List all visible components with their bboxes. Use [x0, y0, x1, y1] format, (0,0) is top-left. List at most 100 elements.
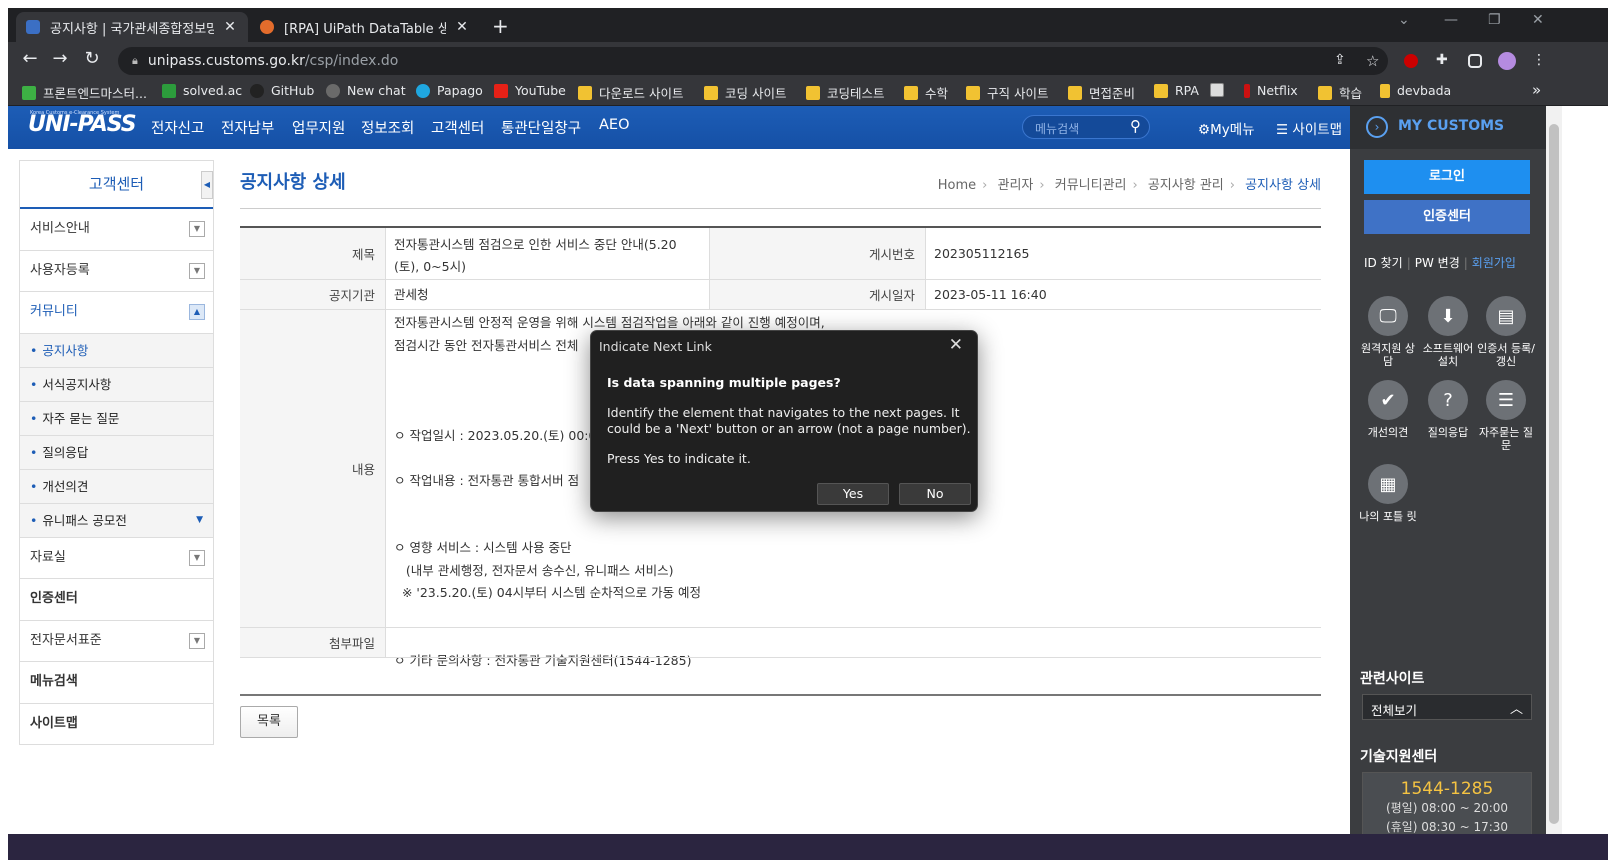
- extensions-icon[interactable]: ✚: [1436, 52, 1454, 70]
- bookmark-folder[interactable]: 구직 사이트: [966, 83, 1048, 102]
- bookmark-folder[interactable]: 다운로드 사이트: [578, 83, 683, 102]
- nav-sub-suggestion[interactable]: • 개선의견: [20, 469, 213, 504]
- bookmark[interactable]: New chat: [326, 83, 406, 98]
- side-panel-icon[interactable]: [1468, 54, 1482, 68]
- search-icon[interactable]: ⚲: [1130, 117, 1141, 135]
- nav-sub-notice[interactable]: • 공지사항: [20, 333, 213, 368]
- breadcrumb-item[interactable]: 커뮤니티관리: [1055, 178, 1127, 193]
- my-menu-button[interactable]: ⚙My메뉴: [1198, 118, 1255, 138]
- nav-sub-form-notice[interactable]: • 서식공지사항: [20, 367, 213, 402]
- nav-item-user-register[interactable]: 사용자등록 ▼: [20, 251, 213, 292]
- tab-title: 공지사항 | 국가관세종합정보망: [50, 21, 214, 37]
- share-icon[interactable]: ⇪: [1334, 52, 1352, 70]
- quick-suggestion[interactable]: ✔ 개선의견: [1358, 380, 1418, 439]
- sitemap-button[interactable]: ☰ 사이트맵: [1276, 118, 1342, 138]
- bookmark-folder[interactable]: 수학: [904, 83, 948, 102]
- pw-change-link[interactable]: PW 변경: [1415, 256, 1460, 270]
- minimize-icon[interactable]: —: [1444, 12, 1458, 28]
- restore-icon[interactable]: ❐: [1488, 12, 1501, 28]
- quick-qna[interactable]: ? 질의응답: [1418, 380, 1478, 439]
- page-scrollbar[interactable]: [1546, 106, 1562, 860]
- chevron-down-icon[interactable]: ▼: [189, 221, 205, 237]
- breadcrumb-home[interactable]: Home: [938, 178, 976, 193]
- gnb-item[interactable]: 정보조회: [361, 117, 414, 138]
- menu-kebab-icon[interactable]: ⋮: [1532, 52, 1550, 70]
- nav-item-menu-search[interactable]: 메뉴검색: [20, 662, 213, 704]
- nav-item-sitemap[interactable]: 사이트맵: [20, 704, 213, 746]
- join-link[interactable]: 회원가입: [1472, 256, 1516, 270]
- related-sites-select[interactable]: 전체보기 ︿: [1362, 694, 1532, 720]
- close-icon[interactable]: ✕: [949, 335, 963, 355]
- bookmarks-more-icon[interactable]: »: [1532, 81, 1541, 99]
- nav-sub-faq[interactable]: • 자주 묻는 질문: [20, 401, 213, 436]
- chevron-down-icon[interactable]: ▼: [189, 262, 205, 279]
- bookmark-folder[interactable]: 학습: [1318, 83, 1362, 102]
- cert-center-button[interactable]: 인증센터: [1364, 200, 1530, 234]
- quick-software-install[interactable]: ⬇ 소프트웨어 설치: [1418, 296, 1478, 368]
- gnb-item[interactable]: 고객센터: [431, 117, 484, 138]
- bookmark[interactable]: devbada: [1380, 83, 1451, 98]
- quick-label: 원격지원 상담: [1360, 342, 1416, 368]
- new-tab-icon[interactable]: +: [492, 14, 509, 38]
- quick-faq[interactable]: ☰ 자주묻는 질문: [1476, 380, 1536, 452]
- nav-item-archive[interactable]: 자료실 ▼: [20, 538, 213, 579]
- bookmark-star-icon[interactable]: ☆: [1366, 52, 1384, 70]
- bookmark[interactable]: 프론트엔드마스터...: [22, 83, 147, 102]
- chevron-up-icon[interactable]: ▲: [189, 304, 205, 320]
- scrollbar-thumb[interactable]: [1549, 124, 1559, 824]
- nav-sub-label: 유니패스 공모전: [42, 512, 127, 528]
- chevron-down-icon[interactable]: ▼: [189, 549, 205, 566]
- list-button[interactable]: 목록: [240, 706, 298, 738]
- tab-search-icon[interactable]: ⌄: [1398, 12, 1410, 28]
- breadcrumb-item[interactable]: 관리자: [998, 178, 1034, 193]
- profile-avatar[interactable]: [1498, 52, 1516, 70]
- nav-sub-contest[interactable]: • 유니패스 공모전 ▼: [20, 503, 213, 538]
- bookmark[interactable]: solved.ac: [162, 83, 242, 98]
- menu-search-input[interactable]: 메뉴검색 ⚲: [1022, 115, 1150, 139]
- tab-close-icon[interactable]: ✕: [222, 19, 238, 35]
- quick-certificate[interactable]: ▤ 인증서 등록/갱신: [1476, 296, 1536, 368]
- bookmark-folder[interactable]: 코딩테스트: [806, 83, 885, 102]
- collapse-left-icon[interactable]: ◀: [201, 171, 213, 199]
- nav-item-cert-center[interactable]: 인증센터: [20, 579, 213, 621]
- address-bar[interactable]: 🔒︎ unipass.customs.go.kr/csp/index.do: [118, 47, 1388, 75]
- quick-remote-support[interactable]: 🖵︎ 원격지원 상담: [1358, 296, 1418, 368]
- quick-portlet[interactable]: ▦ 나의 포틀 릿: [1358, 464, 1418, 523]
- chevron-right-icon[interactable]: ›: [1366, 116, 1388, 138]
- bookmark-folder[interactable]: 코딩 사이트: [704, 83, 786, 102]
- gnb-item[interactable]: 업무지원: [292, 117, 345, 138]
- quick-label: 개선의견: [1367, 426, 1409, 439]
- browser-tab[interactable]: [RPA] UiPath DataTable 생성 및 ✕: [250, 12, 480, 42]
- bookmark-label: RPA: [1175, 83, 1199, 98]
- bookmark[interactable]: Papago: [416, 83, 483, 98]
- nav-item-community[interactable]: 커뮤니티 ▲: [20, 292, 213, 334]
- unipass-logo[interactable]: Korea Customs e-Clearance System UNI-PAS…: [28, 110, 137, 137]
- gnb-item[interactable]: 전자신고: [151, 117, 204, 138]
- tab-close-icon[interactable]: ✕: [454, 19, 470, 35]
- reload-icon[interactable]: ↻: [80, 48, 104, 69]
- gnb-item[interactable]: 전자납부: [221, 117, 274, 138]
- nav-sub-qna[interactable]: • 질의응답: [20, 435, 213, 470]
- close-window-icon[interactable]: ✕: [1532, 12, 1544, 28]
- bookmark[interactable]: Netflix: [1244, 83, 1298, 98]
- chevron-down-icon[interactable]: ▼: [189, 632, 205, 649]
- breadcrumb-item[interactable]: 공지사항 관리: [1148, 178, 1224, 193]
- gnb-item[interactable]: 통관단일창구: [501, 117, 581, 138]
- login-button[interactable]: 로그인: [1364, 160, 1530, 194]
- bookmark[interactable]: YouTube: [494, 83, 566, 98]
- nav-item-service-guide[interactable]: 서비스안내 ▼: [20, 209, 213, 251]
- gnb-item[interactable]: AEO: [599, 117, 630, 133]
- bookmark-folder[interactable]: 면접준비: [1068, 83, 1135, 102]
- browser-tab-active[interactable]: 공지사항 | 국가관세종합정보망 ✕: [16, 12, 248, 42]
- related-select-value: 전체보기: [1371, 703, 1418, 718]
- find-id-link[interactable]: ID 찾기: [1364, 256, 1403, 270]
- back-icon[interactable]: ←: [18, 48, 42, 69]
- bookmark-folder[interactable]: RPA: [1154, 83, 1199, 98]
- forward-icon[interactable]: →: [48, 48, 72, 69]
- nav-item-edoc-standard[interactable]: 전자문서표준 ▼: [20, 621, 213, 662]
- yes-button[interactable]: Yes: [817, 483, 889, 505]
- ublock-icon[interactable]: [1404, 54, 1418, 68]
- no-button[interactable]: No: [899, 483, 971, 505]
- bookmark[interactable]: [1210, 83, 1231, 97]
- bookmark[interactable]: GitHub: [250, 83, 314, 98]
